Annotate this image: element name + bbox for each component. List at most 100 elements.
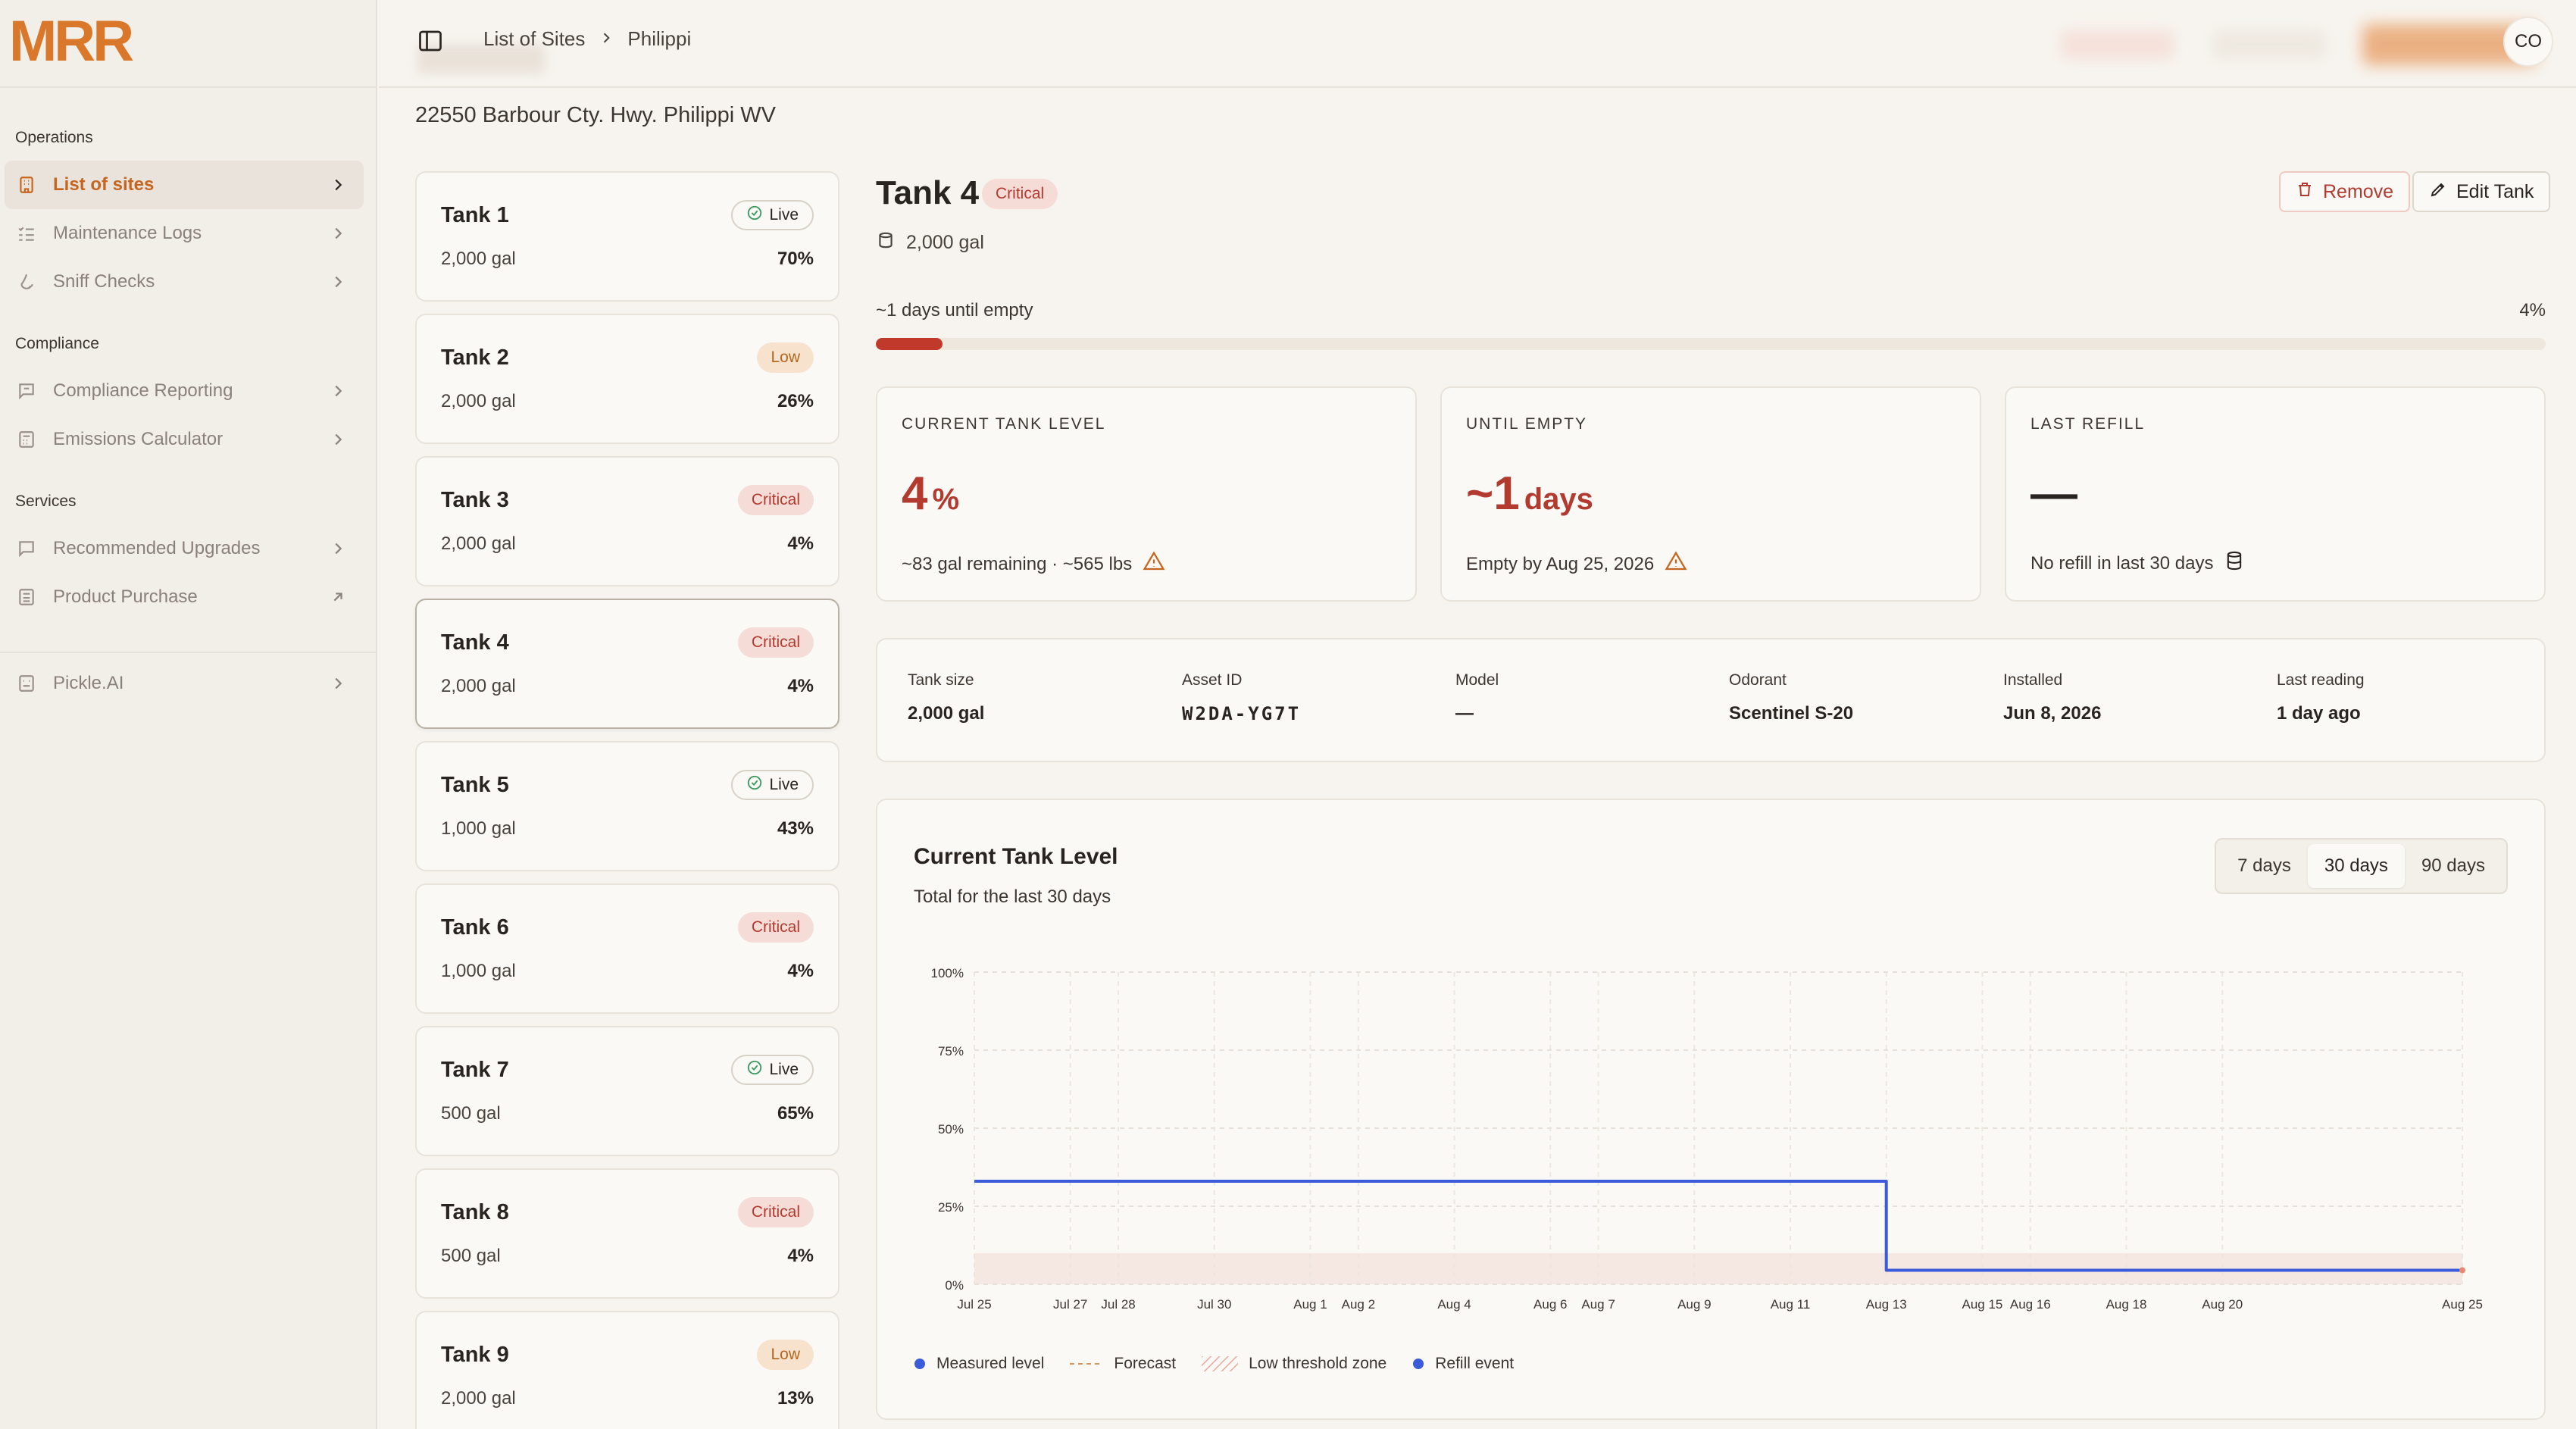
sidebar-item-product-purchase[interactable]: Product Purchase — [5, 573, 364, 621]
chevron-right-icon — [324, 670, 352, 697]
remove-tank-button[interactable]: Remove — [2279, 171, 2411, 212]
sidebar-item-emissions-calculator[interactable]: Emissions Calculator — [5, 415, 364, 464]
legend-label: Low threshold zone — [1249, 1355, 1387, 1372]
status-badge: Low — [757, 342, 814, 373]
tank-level: 65% — [777, 1103, 814, 1124]
blurred-header-action[interactable] — [2061, 30, 2174, 59]
breadcrumb-item-current: Philippi — [627, 27, 692, 50]
tank-capacity: 500 gal — [441, 1103, 501, 1124]
chart-legend: Measured level Forecast Low threshold zo… — [914, 1355, 1514, 1373]
tank-card[interactable]: Tank 2 Low 2,000 gal 26% — [415, 314, 839, 444]
level-progress-bar — [876, 338, 2546, 350]
warning-icon — [1143, 550, 1165, 578]
chevron-right-icon — [599, 27, 614, 51]
legend-item-measured: Measured level — [914, 1355, 1044, 1373]
status-badge-label: Critical — [751, 918, 800, 936]
bot-icon — [15, 672, 38, 695]
tank-level: 4% — [787, 1246, 814, 1266]
warning-icon — [1665, 550, 1687, 578]
sidebar-item-list-of-sites[interactable]: List of sites — [5, 161, 364, 209]
breadcrumb-item-list-of-sites[interactable]: List of Sites — [483, 27, 585, 51]
chevron-right-icon — [324, 171, 352, 199]
stat-label: UNTIL EMPTY — [1466, 415, 1588, 433]
sidebar-item-sniff-checks[interactable]: Sniff Checks — [5, 258, 364, 306]
legend-item-forecast: Forecast — [1070, 1355, 1176, 1373]
status-badge-label: Critical — [751, 491, 800, 508]
tank-capacity: 2,000 gal — [441, 533, 516, 554]
tank-detail-title: Tank 4 — [876, 174, 980, 211]
tank-card[interactable]: Tank 9 Low 2,000 gal 13% — [415, 1311, 839, 1429]
edit-tank-button[interactable]: Edit Tank — [2412, 171, 2551, 212]
sidebar-item-recommended-upgrades[interactable]: Recommended Upgrades — [5, 524, 364, 573]
range-90-days-button[interactable]: 90 days — [2405, 844, 2502, 888]
legend-dash-icon — [1070, 1363, 1104, 1365]
x-tick-label: Aug 11 — [1771, 1297, 1811, 1312]
y-tick-label: 50% — [938, 1122, 964, 1137]
edit-button-label: Edit Tank — [2456, 180, 2534, 202]
stat-value-unit: % — [932, 483, 960, 516]
blurred-header-action[interactable] — [2212, 30, 2326, 59]
tank-level-chart-card: 0% 25% 50% 75% 100% Jul 25 Jul 27 Jul 28 Jul 30 A… — [876, 799, 2546, 1420]
tank-level: 13% — [777, 1388, 814, 1409]
check-circle-icon — [746, 774, 763, 796]
sidebar-toggle-icon[interactable] — [415, 26, 445, 56]
legend-label: Forecast — [1114, 1355, 1177, 1372]
section-label-services: Services — [15, 492, 77, 510]
sidebar-item-maintenance-logs[interactable]: Maintenance Logs — [5, 209, 364, 258]
tank-name: Tank 4 — [441, 630, 509, 655]
status-badge: Critical — [737, 627, 814, 658]
info-label: Model — [1455, 671, 1499, 689]
x-tick-label: Jul 28 — [1101, 1297, 1135, 1312]
message-square-icon — [15, 537, 38, 560]
tank-level: 4% — [787, 676, 814, 696]
legend-label: Refill event — [1435, 1355, 1515, 1372]
section-label-operations: Operations — [15, 129, 93, 146]
chart-subtitle: Total for the last 30 days — [914, 886, 1111, 907]
sidebar-item-pickle-ai[interactable]: Pickle.AI — [5, 659, 364, 708]
y-tick-label: 25% — [938, 1200, 964, 1215]
stat-note-text: ~83 gal remaining · ~565 lbs — [902, 553, 1133, 574]
chart-title: Current Tank Level — [914, 844, 1118, 869]
sidebar-item-label: List of sites — [53, 174, 155, 195]
stat-card-last-refill: LAST REFILL — No refill in last 30 days — [2005, 386, 2546, 602]
remove-button-label: Remove — [2323, 180, 2394, 202]
building-icon — [15, 174, 38, 196]
status-badge: Critical — [737, 485, 814, 515]
tank-name: Tank 9 — [441, 1343, 509, 1367]
check-circle-icon — [746, 1059, 763, 1080]
tank-card[interactable]: Tank 6 Critical 1,000 gal 4% — [415, 883, 839, 1014]
sidebar-item-compliance-reporting[interactable]: Compliance Reporting — [5, 367, 364, 415]
stat-card-current-level: CURRENT TANK LEVEL 4 % ~83 gal remaining… — [876, 386, 1417, 602]
status-badge: Critical — [737, 912, 814, 943]
status-badge: Critical — [982, 179, 1058, 209]
range-30-days-button[interactable]: 30 days — [2307, 844, 2405, 888]
sidebar-divider — [0, 652, 377, 653]
tank-card[interactable]: Tank 8 Critical 500 gal 4% — [415, 1168, 839, 1299]
stat-value-number: 4 — [902, 467, 928, 520]
tank-card[interactable]: Tank 4 Critical 2,000 gal 4% — [415, 599, 839, 729]
legend-dot-icon — [914, 1359, 925, 1369]
tank-card[interactable]: Tank 1 Live 2,000 gal 70% — [415, 171, 839, 302]
status-badge-label: Live — [769, 776, 799, 793]
tank-card[interactable]: Tank 7 Live 500 gal 65% — [415, 1026, 839, 1156]
level-progress-fill — [876, 338, 943, 350]
x-tick-label: Aug 20 — [2202, 1297, 2243, 1312]
check-circle-icon — [746, 205, 763, 226]
tank-info-card: Tank size 2,000 gal Asset ID W2DA-YG7T M… — [876, 638, 2546, 762]
brand-logo[interactable]: MRR — [9, 14, 161, 68]
calculator-icon — [15, 428, 38, 451]
range-7-days-button[interactable]: 7 days — [2221, 844, 2308, 888]
chevron-right-icon — [324, 220, 352, 247]
tank-card[interactable]: Tank 3 Critical 2,000 gal 4% — [415, 456, 839, 586]
status-badge-label: Live — [769, 1061, 799, 1078]
avatar[interactable]: CO — [2503, 17, 2553, 67]
x-tick-label: Aug 18 — [2106, 1297, 2147, 1312]
tank-card[interactable]: Tank 5 Live 1,000 gal 43% — [415, 741, 839, 871]
stat-note: No refill in last 30 days — [2030, 550, 2245, 577]
info-model: Model — — [1455, 671, 1499, 724]
database-icon — [2224, 550, 2245, 577]
x-tick-label: Jul 27 — [1053, 1297, 1087, 1312]
breadcrumb: List of Sites Philippi — [483, 27, 691, 51]
y-tick-label: 0% — [945, 1278, 964, 1293]
x-tick-label: Jul 25 — [957, 1297, 991, 1312]
